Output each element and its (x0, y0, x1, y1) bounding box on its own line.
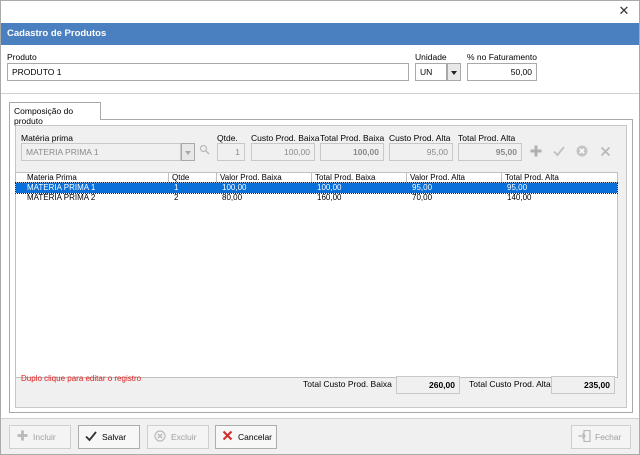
edit-hint-text: Duplo clique para editar o registro (21, 374, 142, 383)
page-title: Cadastro de Produtos (1, 23, 639, 45)
cell-qtde: 2 (174, 193, 179, 202)
cell-materia-prima: MATÉRIA PRIMA 2 (27, 193, 96, 202)
table-row[interactable]: MATÉRIA PRIMA 2 2 80,00 160,00 70,00 140… (16, 193, 617, 203)
close-icon (222, 430, 233, 444)
total-alta-label: Total Prod. Alta (458, 133, 516, 143)
cell-valor-baixa: 100,00 (222, 183, 247, 192)
cancelar-button[interactable]: Cancelar (215, 425, 277, 449)
cell-total-baixa: 100,00 (317, 183, 342, 192)
salvar-button[interactable]: Salvar (78, 425, 140, 449)
grid-col-valor-baixa[interactable]: Valor Prod. Baixa (216, 173, 311, 183)
total-custo-baixa-label: Total Custo Prod. Baixa (303, 379, 392, 389)
custo-baixa-input[interactable]: 100,00 (251, 143, 315, 161)
excluir-label: Excluir (171, 432, 197, 442)
grid-col-materia-prima[interactable]: Materia Prima (24, 173, 168, 183)
unidade-select[interactable]: UN (415, 63, 447, 81)
cell-valor-alta: 95,00 (412, 183, 433, 192)
cancel-circle-icon (154, 429, 166, 445)
total-custo-baixa-value: 260,00 (396, 376, 460, 394)
grid-col-valor-alta[interactable]: Valor Prod. Alta (406, 173, 501, 183)
cell-total-baixa: 160,00 (317, 193, 342, 202)
grid-col-total-alta[interactable]: Total Prod. Alta (501, 173, 617, 183)
incluir-button[interactable]: Incluir (9, 425, 71, 449)
divider (1, 93, 639, 94)
cell-valor-baixa: 80,00 (222, 193, 243, 202)
custo-alta-label: Custo Prod. Alta (389, 133, 451, 143)
cell-total-alta: 140,00 (507, 193, 532, 202)
fechar-button[interactable]: Fechar (571, 425, 631, 449)
total-baixa-input: 100,00 (320, 143, 384, 161)
qtde-input[interactable]: 1 (217, 143, 245, 161)
incluir-label: Incluir (33, 432, 56, 442)
salvar-label: Salvar (102, 432, 127, 442)
cancel-circle-icon[interactable] (574, 144, 590, 160)
produto-input[interactable]: PRODUTO 1 (7, 63, 409, 81)
cancelar-label: Cancelar (238, 432, 273, 442)
materia-prima-input[interactable]: MATERIA PRIMA 1 (21, 143, 181, 161)
cell-total-alta: 95,00 (507, 183, 528, 192)
check-icon[interactable] (551, 144, 567, 160)
composition-grid: Materia Prima Qtde Valor Prod. Baixa Tot… (15, 172, 618, 378)
unidade-dropdown-button[interactable] (447, 63, 461, 81)
faturamento-label: % no Faturamento (467, 52, 537, 62)
window: ✕ Cadastro de Produtos Produto PRODUTO 1… (0, 0, 640, 455)
search-icon[interactable] (196, 144, 212, 160)
total-custo-alta-label: Total Custo Prod. Alta (469, 379, 551, 389)
cell-materia-prima: MATERIA PRIMA 1 (27, 183, 96, 192)
unidade-label: Unidade (415, 52, 447, 62)
custo-alta-input[interactable]: 95,00 (389, 143, 453, 161)
cell-valor-alta: 70,00 (412, 193, 433, 202)
grid-col-qtde[interactable]: Qtde (168, 173, 216, 183)
window-close-icon[interactable]: ✕ (617, 4, 631, 18)
grid-col-total-baixa[interactable]: Total Prod. Baixa (311, 173, 406, 183)
materia-prima-label: Matéria prima (21, 133, 73, 143)
materia-prima-dropdown-button[interactable] (181, 143, 195, 161)
title-bar: ✕ (1, 1, 639, 23)
grid-header: Materia Prima Qtde Valor Prod. Baixa Tot… (16, 173, 617, 183)
qtde-label: Qtde. (217, 133, 238, 143)
main-form: Produto PRODUTO 1 Unidade UN % no Fatura… (1, 45, 639, 418)
check-icon (85, 430, 97, 445)
custo-baixa-label: Custo Prod. Baixa (251, 133, 320, 143)
fechar-label: Fechar (595, 432, 622, 442)
produto-label: Produto (7, 52, 37, 62)
excluir-button[interactable]: Excluir (147, 425, 209, 449)
footer-toolbar: Incluir Salvar Excluir Cancelar Fechar (1, 418, 639, 454)
total-alta-input: 95,00 (458, 143, 522, 161)
plus-icon[interactable] (528, 144, 544, 160)
close-icon[interactable] (597, 144, 613, 160)
exit-door-icon (578, 429, 591, 445)
table-row[interactable]: MATERIA PRIMA 1 1 100,00 100,00 95,00 95… (15, 182, 618, 194)
total-custo-alta-value: 235,00 (551, 376, 615, 394)
cell-qtde: 1 (174, 183, 179, 192)
plus-icon (16, 430, 28, 444)
tab-composicao[interactable]: Composição do produto (9, 102, 101, 126)
faturamento-input[interactable]: 50,00 (467, 63, 537, 81)
total-baixa-label: Total Prod. Baixa (320, 133, 385, 143)
